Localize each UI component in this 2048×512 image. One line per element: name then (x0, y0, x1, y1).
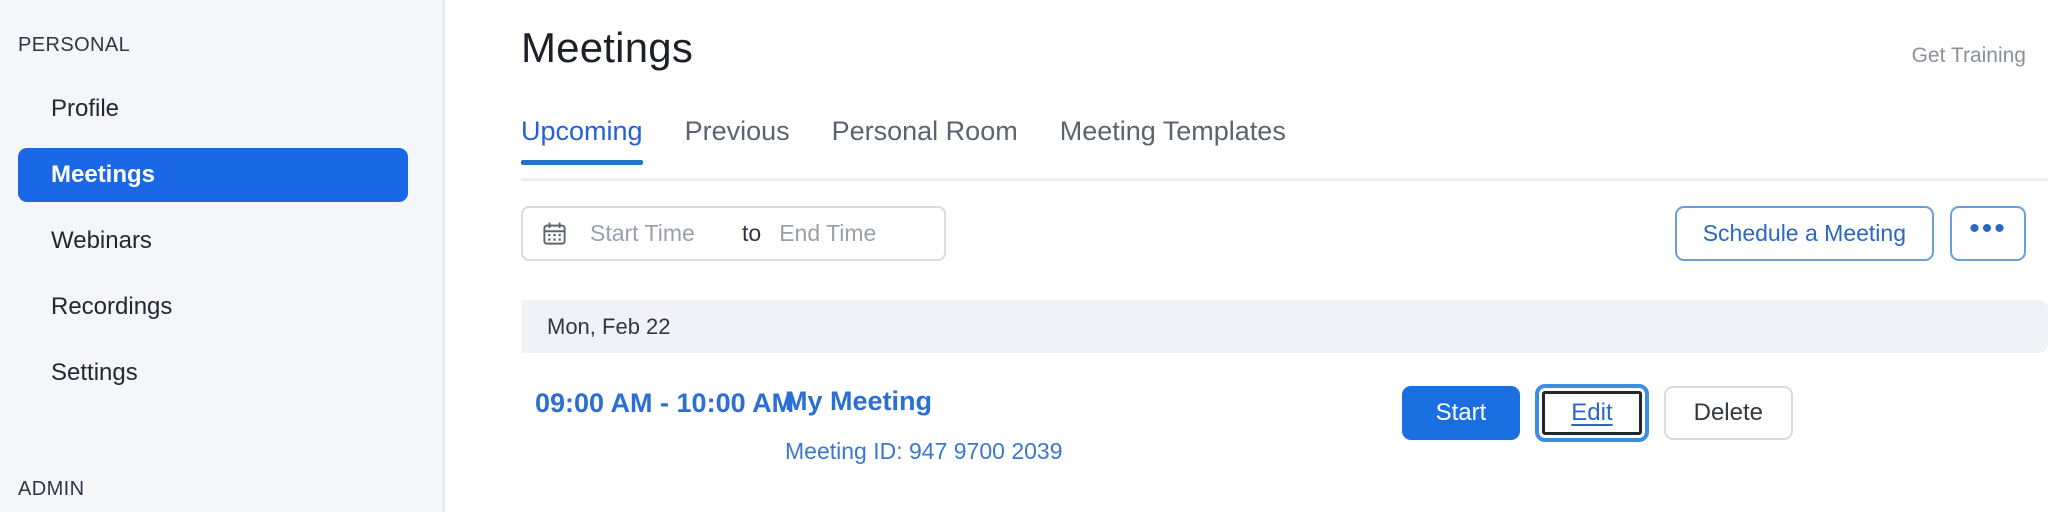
date-group-label: Mon, Feb 22 (547, 313, 671, 339)
sidebar-item-label: Meetings (51, 161, 156, 188)
sidebar-item-label: Recordings (51, 293, 173, 320)
ellipsis-icon: ••• (1969, 212, 2007, 245)
main-content: Meetings Get Training Upcoming Previous … (445, 0, 2048, 512)
get-training-link[interactable]: Get Training (1912, 44, 2026, 68)
meeting-id: Meeting ID: 947 9700 2039 (785, 438, 1063, 464)
meeting-time: 09:00 AM - 10:00 AM (535, 388, 795, 418)
tab-personal-room[interactable]: Personal Room (811, 116, 1039, 165)
schedule-a-meeting-button[interactable]: Schedule a Meeting (1674, 206, 1934, 261)
calendar-icon (543, 222, 566, 245)
tab-label: Previous (684, 116, 790, 146)
end-time-input[interactable] (779, 220, 920, 247)
tab-label: Upcoming (521, 116, 643, 146)
tab-bar: Upcoming Previous Personal Room Meeting … (521, 116, 1307, 165)
range-separator-label: to (742, 220, 762, 246)
date-group-header: Mon, Feb 22 (521, 300, 2048, 353)
tab-bar-divider (521, 178, 2048, 181)
tab-upcoming[interactable]: Upcoming (521, 116, 664, 165)
sidebar-item-label: Settings (51, 359, 138, 386)
meeting-actions: Start Edit Delete (1401, 384, 1793, 442)
sidebar-item-webinars[interactable]: Webinars (18, 214, 408, 268)
sidebar-item-recordings[interactable]: Recordings (18, 280, 408, 334)
sidebar-item-profile[interactable]: Profile (18, 82, 408, 136)
meeting-title-link[interactable]: My Meeting (785, 386, 932, 417)
sidebar: PERSONAL Profile Meetings Webinars Recor… (0, 0, 445, 512)
delete-meeting-button[interactable]: Delete (1663, 386, 1793, 440)
start-time-input[interactable] (590, 220, 740, 247)
sidebar-item-label: Webinars (51, 227, 152, 254)
date-range-filter[interactable]: to (521, 206, 946, 261)
sidebar-group-admin: ADMIN (18, 478, 85, 500)
sidebar-item-settings[interactable]: Settings (18, 346, 408, 400)
tab-label: Personal Room (831, 116, 1018, 146)
zoom-meetings-page: PERSONAL Profile Meetings Webinars Recor… (0, 0, 2048, 512)
tab-previous[interactable]: Previous (664, 116, 811, 165)
tab-label: Meeting Templates (1059, 116, 1286, 146)
page-title: Meetings (521, 24, 694, 71)
more-options-button[interactable]: ••• (1950, 206, 2026, 261)
tab-meeting-templates[interactable]: Meeting Templates (1039, 116, 1307, 165)
sidebar-group-personal: PERSONAL (18, 34, 131, 56)
edit-button-focus-ring: Edit (1535, 384, 1649, 442)
edit-meeting-button[interactable]: Edit (1542, 391, 1642, 435)
sidebar-item-label: Profile (51, 95, 120, 122)
sidebar-item-meetings[interactable]: Meetings (18, 148, 408, 202)
meeting-row: 09:00 AM - 10:00 AM My Meeting Meeting I… (445, 376, 2048, 512)
start-meeting-button[interactable]: Start (1401, 386, 1521, 440)
